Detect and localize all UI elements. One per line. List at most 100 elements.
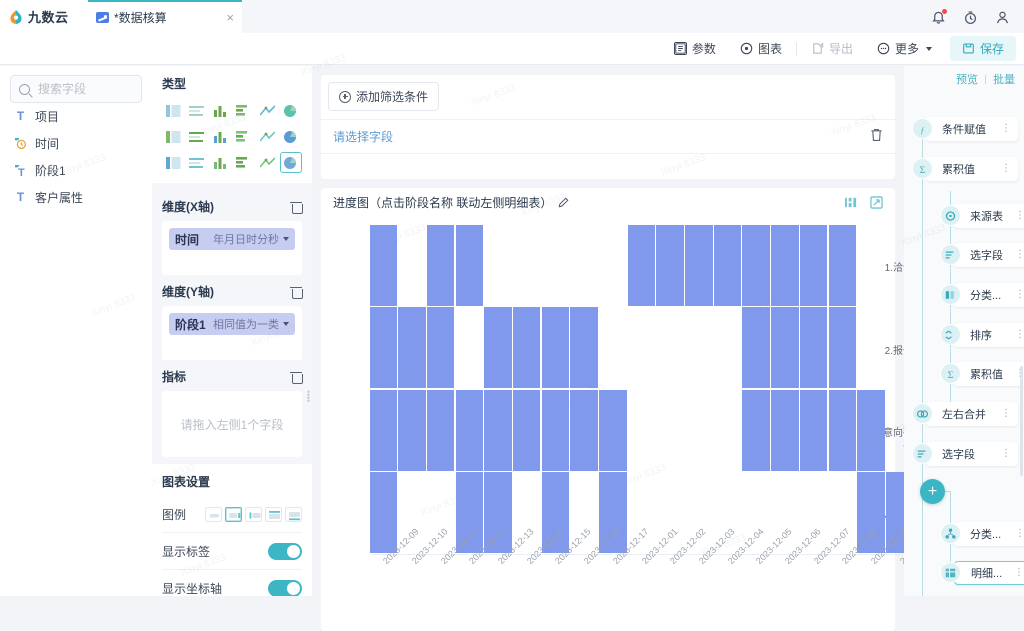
flow-node-menu-icon[interactable]: ⋮ xyxy=(1013,250,1024,260)
gantt-cell[interactable] xyxy=(771,389,799,471)
gantt-cell[interactable] xyxy=(599,389,627,471)
gantt-cell[interactable] xyxy=(369,389,398,471)
flow-node-list[interactable]: ƒ条件赋值⋮Σ累积值⋮来源表⋮选字段⋮分类...⋮排序⋮Σ累积值⋮左右合并⋮选字… xyxy=(904,91,1024,596)
flow-node-8[interactable]: 选字段 ⋮ xyxy=(926,442,1018,466)
flow-node-4[interactable]: 分类... ⋮ xyxy=(954,283,1024,307)
gantt-cell[interactable] xyxy=(713,224,742,306)
gantt-cell[interactable] xyxy=(857,389,885,471)
chart-type-option-17[interactable] xyxy=(279,152,302,173)
gantt-cell[interactable] xyxy=(484,389,512,471)
flow-scrollbar[interactable] xyxy=(1020,366,1023,476)
gantt-cell[interactable] xyxy=(426,224,455,306)
flow-node-6[interactable]: 累积值⋮ xyxy=(954,362,1024,386)
gantt-cell[interactable] xyxy=(513,389,541,471)
flow-node-menu-icon[interactable]: ⋮ xyxy=(999,409,1014,419)
flow-node-menu-icon[interactable]: ⋮ xyxy=(1013,529,1024,539)
metric-dropzone[interactable]: 请拖入左侧1个字段 xyxy=(162,391,302,457)
gantt-cell[interactable] xyxy=(742,389,770,471)
flow-node-2[interactable]: 来源表 ⋮ xyxy=(954,204,1024,228)
gantt-cell[interactable] xyxy=(771,224,799,306)
flow-node-3[interactable]: 选字段 ⋮ xyxy=(954,243,1024,267)
gantt-cell[interactable] xyxy=(426,389,455,471)
gantt-cell[interactable] xyxy=(799,307,828,389)
more-button[interactable]: 更多 xyxy=(865,36,944,61)
gantt-cell[interactable] xyxy=(398,307,426,389)
gantt-cell[interactable] xyxy=(570,389,598,471)
legend-position-options[interactable] xyxy=(205,506,302,522)
chart-type-option-4[interactable] xyxy=(256,100,279,121)
clear-x-axis-icon[interactable] xyxy=(290,200,303,214)
close-icon[interactable]: × xyxy=(226,11,234,24)
chart-type-option-10[interactable] xyxy=(256,126,279,147)
chart-type-option-12[interactable] xyxy=(162,152,185,173)
flow-node-menu-icon[interactable]: ⋮ xyxy=(1012,568,1024,578)
chart-type-option-9[interactable] xyxy=(233,126,256,147)
pencil-icon[interactable] xyxy=(558,197,569,208)
gantt-plot[interactable]: 1.洽谈2.报价3.意向确认4.签约2023-12-092023-12-1020… xyxy=(321,216,937,631)
history-icon[interactable] xyxy=(963,10,978,25)
chart-type-option-3[interactable] xyxy=(233,100,256,121)
gantt-cell[interactable] xyxy=(369,307,398,389)
flow-node-10[interactable]: 明细... ⋮ xyxy=(954,561,1024,585)
chart-type-option-6[interactable] xyxy=(162,126,185,147)
legend-position-option-4[interactable] xyxy=(285,506,302,522)
add-node-button[interactable]: + xyxy=(920,479,945,504)
gantt-cell[interactable] xyxy=(828,307,857,389)
gantt-cell[interactable] xyxy=(541,389,570,471)
gantt-cell[interactable] xyxy=(455,224,484,306)
chart-type-option-7[interactable] xyxy=(186,126,209,147)
app-logo[interactable]: 九数云 xyxy=(0,0,88,33)
clear-y-axis-icon[interactable] xyxy=(290,285,303,299)
chevron-down-icon[interactable] xyxy=(283,322,289,326)
flow-node-menu-icon[interactable]: ⋮ xyxy=(1013,330,1024,340)
gantt-cell[interactable] xyxy=(426,307,455,389)
flow-node-7[interactable]: 左右合并 ⋮ xyxy=(926,402,1018,426)
x-axis-dropzone[interactable]: 时间 年月日时分秒 xyxy=(162,221,302,275)
legend-position-option-1[interactable] xyxy=(225,506,242,522)
select-field-link[interactable]: 请选择字段 xyxy=(333,128,393,145)
gantt-cell[interactable] xyxy=(570,307,598,389)
flow-node-menu-icon[interactable]: ⋮ xyxy=(1013,290,1024,300)
flow-node-menu-icon[interactable]: ⋮ xyxy=(999,124,1014,134)
sort-icon[interactable] xyxy=(845,196,858,209)
y-axis-field-pill[interactable]: 阶段1 相同值为一类 xyxy=(169,313,295,335)
flow-node-5[interactable]: 排序 ⋮ xyxy=(954,323,1024,347)
field-item-0[interactable]: T 项目 xyxy=(0,103,152,130)
params-button[interactable]: 参数 xyxy=(662,36,728,61)
gantt-cell[interactable] xyxy=(799,224,828,306)
clear-metric-icon[interactable] xyxy=(290,370,303,384)
flow-node-menu-icon[interactable]: ⋮ xyxy=(999,164,1014,174)
gantt-cell[interactable] xyxy=(656,224,684,306)
flow-node-menu-icon[interactable]: ⋮ xyxy=(999,449,1014,459)
chart-type-option-15[interactable] xyxy=(233,152,256,173)
chart-type-option-8[interactable] xyxy=(209,126,232,147)
show-axis-toggle[interactable] xyxy=(268,579,302,596)
gantt-cell[interactable] xyxy=(455,389,484,471)
save-button[interactable]: 保存 xyxy=(949,36,1016,61)
chart-type-option-5[interactable] xyxy=(280,100,303,121)
search-input[interactable] xyxy=(36,81,133,97)
flow-node-menu-icon[interactable]: ⋮ xyxy=(1013,211,1024,221)
chart-type-option-14[interactable] xyxy=(209,152,232,173)
notification-icon[interactable] xyxy=(931,9,947,25)
field-item-2[interactable]: T 阶段1 xyxy=(0,157,152,184)
chart-type-option-1[interactable] xyxy=(186,100,209,121)
gantt-cell[interactable] xyxy=(742,224,770,306)
gantt-cell[interactable] xyxy=(742,307,770,389)
field-item-3[interactable]: T 客户属性 xyxy=(0,184,152,211)
legend-position-option-2[interactable] xyxy=(245,506,262,522)
y-axis-dropzone[interactable]: 阶段1 相同值为一类 xyxy=(162,306,302,360)
chart-button[interactable]: 图表 xyxy=(728,36,794,61)
preview-link[interactable]: 预览 xyxy=(956,71,978,87)
show-label-toggle[interactable] xyxy=(268,542,302,560)
panel-resize-handle[interactable]: • • • • xyxy=(307,388,310,406)
gantt-cell[interactable] xyxy=(369,224,398,306)
gantt-cell[interactable] xyxy=(771,307,799,389)
chart-type-option-2[interactable] xyxy=(209,100,232,121)
export-button[interactable]: 导出 xyxy=(799,36,865,61)
add-filter-button[interactable]: 添加筛选条件 xyxy=(328,82,440,111)
gantt-cell[interactable] xyxy=(828,389,857,471)
user-icon[interactable] xyxy=(995,10,1010,25)
flow-node-0[interactable]: 条件赋值 ⋮ xyxy=(926,117,1018,141)
chart-type-option-13[interactable] xyxy=(186,152,209,173)
